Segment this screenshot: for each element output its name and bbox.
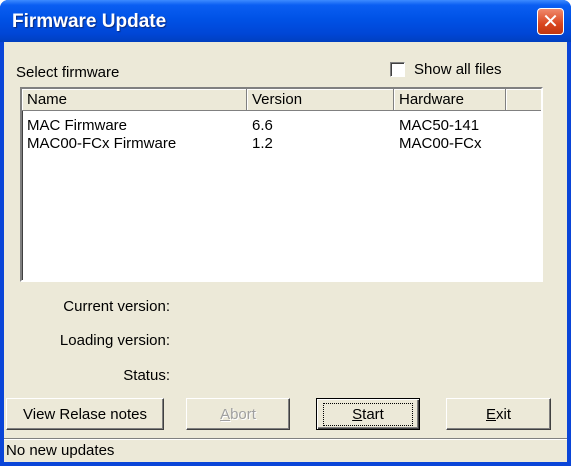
- status-bar: No new updates: [4, 438, 567, 462]
- view-release-notes-label: View Relase notes: [23, 405, 147, 423]
- column-header-version[interactable]: Version: [247, 89, 394, 111]
- exit-label: Exit: [485, 405, 511, 423]
- row-name: MAC Firmware: [27, 117, 127, 134]
- row-version: 6.6: [252, 117, 273, 134]
- start-label: Start: [323, 402, 413, 426]
- row-hardware: MAC00-FCx: [399, 135, 482, 152]
- close-button[interactable]: ✕: [537, 8, 564, 35]
- row-version: 1.2: [252, 135, 273, 152]
- column-header-name[interactable]: Name: [22, 89, 247, 111]
- status-bar-text: No new updates: [6, 442, 115, 459]
- status-label: Status:: [123, 367, 170, 384]
- row-hardware: MAC50-141: [399, 117, 480, 134]
- current-version-label: Current version:: [63, 298, 170, 315]
- show-all-files-checkbox[interactable]: [390, 62, 405, 77]
- abort-label: Abort: [220, 405, 256, 423]
- column-header-blank[interactable]: [506, 89, 541, 111]
- close-icon: ✕: [542, 10, 559, 33]
- firmware-list[interactable]: Name Version Hardware MAC Firmware 6.6 M…: [20, 87, 543, 282]
- row-name: MAC00-FCx Firmware: [27, 135, 177, 152]
- firmware-update-window: Firmware Update ✕ Select firmware Show a…: [0, 0, 571, 466]
- window-title: Firmware Update: [12, 11, 167, 32]
- exit-button[interactable]: Exit: [446, 398, 551, 430]
- view-release-notes-button[interactable]: View Relase notes: [6, 398, 164, 430]
- select-firmware-label: Select firmware: [16, 64, 120, 81]
- start-button[interactable]: Start: [316, 398, 420, 430]
- abort-button[interactable]: Abort: [186, 398, 290, 430]
- column-header-hardware[interactable]: Hardware: [394, 89, 506, 111]
- show-all-files-label[interactable]: Show all files: [414, 61, 502, 78]
- dialog-body: Select firmware Show all files Name Vers…: [4, 42, 567, 462]
- title-bar[interactable]: Firmware Update ✕: [0, 0, 571, 42]
- loading-version-label: Loading version:: [59, 332, 170, 349]
